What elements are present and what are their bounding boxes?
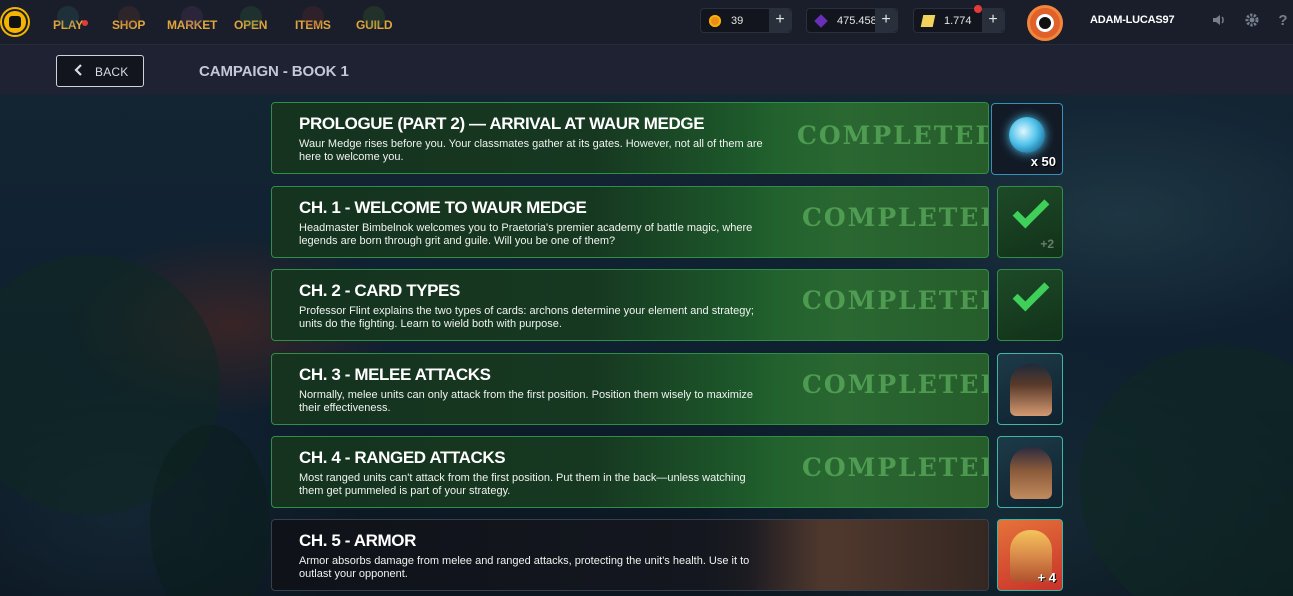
completed-stamp: COMPLETED <box>802 203 989 232</box>
chapter-description: Most ranged units can't attack from the … <box>299 472 746 497</box>
chapter-title: CH. 1 - WELCOME TO WAUR MEDGE <box>299 198 587 217</box>
chapter-description: Waur Medge rises before you. Your classm… <box>299 138 763 163</box>
username[interactable]: ADAM-LUCAS97 <box>1090 14 1175 26</box>
nav-market[interactable]: MARKET <box>167 6 217 32</box>
chapter-title: CH. 4 - RANGED ATTACKS <box>299 448 506 467</box>
chapter-title: CH. 3 - MELEE ATTACKS <box>299 365 491 384</box>
back-label: BACK <box>95 65 129 79</box>
chapter-description: Headmaster Bimbelnok welcomes you to Pra… <box>299 222 753 247</box>
nav-items[interactable]: ITEMS <box>295 6 331 32</box>
gem-icon <box>814 14 828 28</box>
chapter-title: PROLOGUE (PART 2) — ARRIVAL AT WAUR MEDG… <box>299 114 705 133</box>
chapter-card-3[interactable]: CH. 3 - MELEE ATTACKS Normally, melee un… <box>271 353 989 425</box>
checkmark-icon <box>1012 274 1050 312</box>
reward-count: +2 <box>1040 237 1054 251</box>
speaker-icon[interactable] <box>1210 12 1228 30</box>
reward-unit-card[interactable] <box>997 353 1063 425</box>
completed-stamp: COMPLETED <box>797 121 989 150</box>
avatar[interactable] <box>1027 5 1063 41</box>
page-title: CAMPAIGN - BOOK 1 <box>199 63 349 80</box>
chapter-card-4[interactable]: CH. 4 - RANGED ATTACKS Most ranged units… <box>271 436 989 508</box>
unit-portrait-icon <box>1010 447 1052 499</box>
completed-stamp: COMPLETED <box>802 453 989 482</box>
chapter-art <box>748 520 988 590</box>
scrolls-value: 1.774 <box>944 15 972 27</box>
checkmark-icon <box>1012 191 1050 229</box>
nav-play[interactable]: PLAY <box>53 6 83 32</box>
logo-icon[interactable] <box>2 9 28 35</box>
completed-stamp: COMPLETED <box>802 286 989 315</box>
reward-unit-card[interactable] <box>997 436 1063 508</box>
scroll-icon <box>920 15 936 27</box>
reward-claimed[interactable]: +2 <box>997 186 1063 258</box>
sub-header: BACK CAMPAIGN - BOOK 1 <box>0 45 1293 95</box>
top-navigation-bar: PLAY SHOP MARKET OPEN ITEMS GUILD 39 + 4… <box>0 0 1293 45</box>
help-icon[interactable]: ? <box>1274 12 1292 30</box>
reward-unit-card[interactable]: + 4 <box>997 519 1063 591</box>
background-tree <box>1080 345 1293 596</box>
gold-currency: 39 + <box>700 8 792 33</box>
back-button[interactable]: BACK <box>56 55 144 87</box>
add-scrolls-button[interactable]: + <box>982 9 1004 32</box>
completed-stamp: COMPLETED <box>802 370 989 399</box>
add-gold-button[interactable]: + <box>769 9 791 32</box>
reward-count: + 4 <box>1037 570 1056 585</box>
gems-currency: 475.458 + <box>806 8 898 33</box>
scrolls-currency: 1.774 + <box>913 8 1005 33</box>
orb-icon <box>1009 117 1045 153</box>
nav-guild[interactable]: GUILD <box>356 6 393 32</box>
chapter-title: CH. 5 - ARMOR <box>299 531 416 550</box>
gear-icon[interactable] <box>1243 12 1261 30</box>
gold-value: 39 <box>731 15 744 27</box>
chapter-description: Armor absorbs damage from melee and rang… <box>299 555 750 580</box>
play-notification-dot <box>82 20 88 26</box>
chapter-title: CH. 2 - CARD TYPES <box>299 281 460 300</box>
unit-portrait-icon <box>1010 364 1052 416</box>
chapter-description: Normally, melee units can only attack fr… <box>299 389 754 414</box>
chevron-left-icon <box>73 63 85 80</box>
add-gems-button[interactable]: + <box>875 9 897 32</box>
nav-shop[interactable]: SHOP <box>112 6 145 32</box>
chapter-card-2[interactable]: CH. 2 - CARD TYPES Professor Flint expla… <box>271 269 989 341</box>
nav-open[interactable]: OPEN <box>234 6 267 32</box>
reward-count: x 50 <box>1030 154 1056 169</box>
chapter-card-prologue[interactable]: PROLOGUE (PART 2) — ARRIVAL AT WAUR MEDG… <box>271 102 989 174</box>
gold-coin-icon <box>709 15 721 27</box>
chapter-card-5[interactable]: CH. 5 - ARMOR Armor absorbs damage from … <box>271 519 989 591</box>
reward-claimed[interactable] <box>997 269 1063 341</box>
chapter-description: Professor Flint explains the two types o… <box>299 305 754 330</box>
chapter-card-1[interactable]: CH. 1 - WELCOME TO WAUR MEDGE Headmaster… <box>271 186 989 258</box>
gems-value: 475.458 <box>837 15 877 27</box>
scrolls-notification-dot <box>974 5 982 13</box>
reward-orb[interactable]: x 50 <box>991 103 1063 175</box>
